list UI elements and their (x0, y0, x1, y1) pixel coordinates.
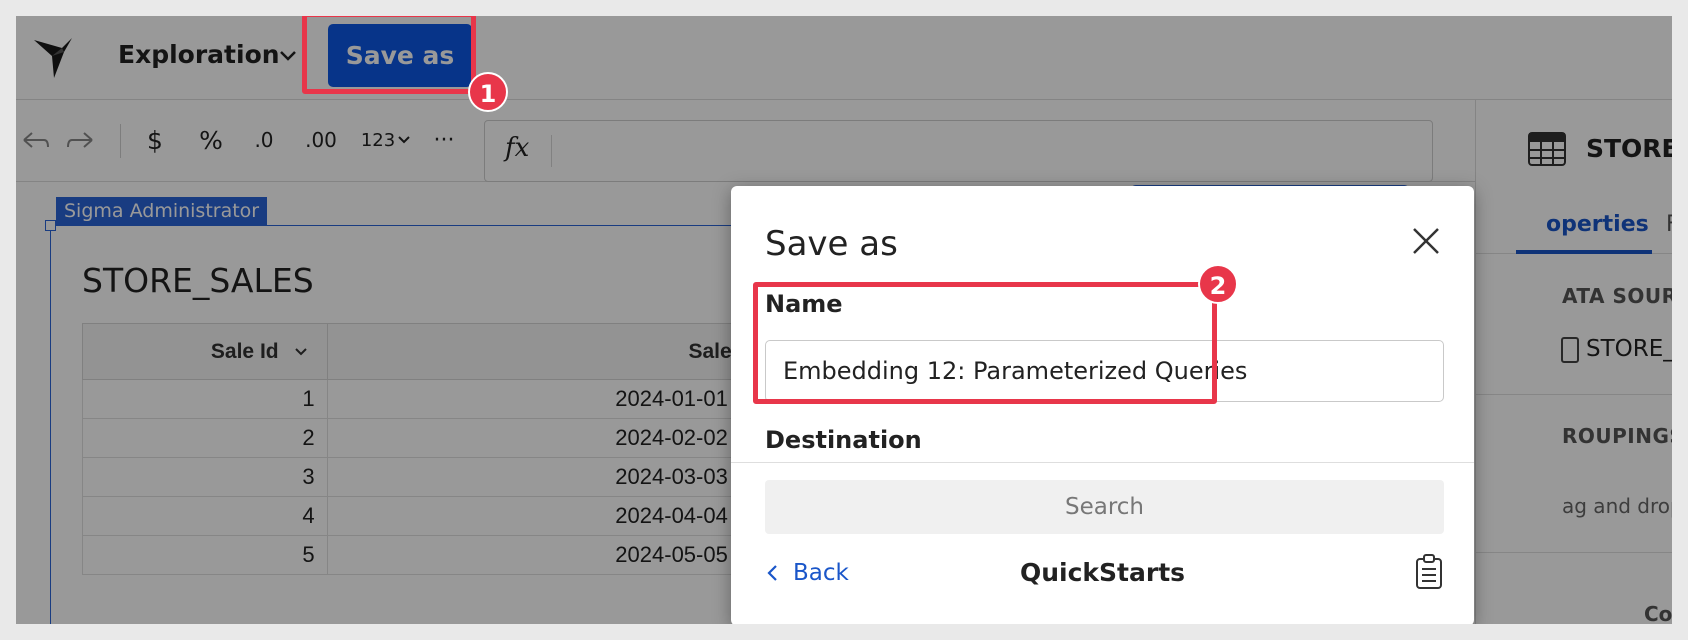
step-badge-2: 2 (1198, 264, 1238, 304)
search-input[interactable] (765, 480, 1444, 534)
clipboard-icon[interactable] (1415, 554, 1443, 590)
highlight-save-as (302, 16, 476, 94)
step-badge-1: 1 (468, 72, 508, 112)
save-as-dialog: Save as Name Destination Back QuickStart… (731, 186, 1474, 624)
highlight-name-field (753, 282, 1217, 404)
dialog-divider (731, 462, 1474, 463)
close-icon[interactable] (1409, 224, 1443, 258)
current-folder-title: QuickStarts (1019, 558, 1186, 587)
dialog-title: Save as (765, 224, 898, 264)
app-window: Exploration Save as $ % .0 .00 123 ··· f… (16, 16, 1672, 624)
destination-label: Destination (765, 426, 922, 454)
